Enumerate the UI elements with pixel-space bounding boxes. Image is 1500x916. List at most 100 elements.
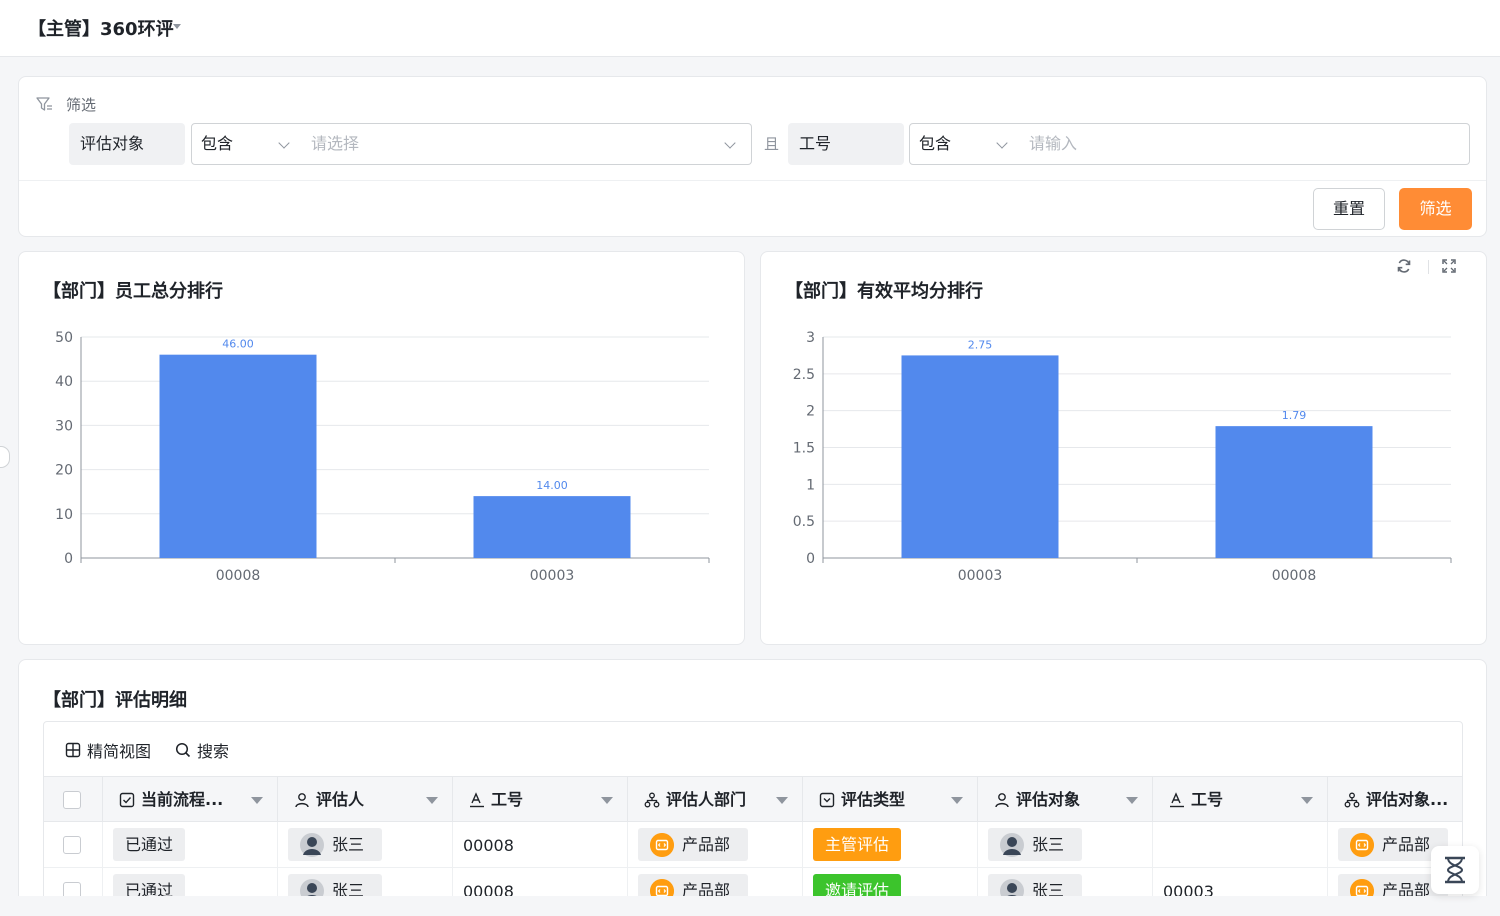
caret-down-icon[interactable] (776, 797, 788, 804)
chevron-down-icon (278, 137, 290, 149)
column-header-evaluatee[interactable]: 评估对象 (978, 777, 1153, 822)
text-field-icon (1170, 792, 1184, 808)
compact-view-label: 精简视图 (87, 742, 152, 761)
text-field-icon (470, 792, 484, 808)
column-label: 评估人 (316, 790, 365, 809)
column-label: 当前流程... (141, 790, 224, 809)
bar[interactable] (159, 354, 317, 558)
user-tag[interactable]: 张三 (288, 828, 382, 861)
filter-panel: 筛选 评估对象 包含 请选择 且 工号 包含 请输入 重置 筛选 (18, 76, 1487, 237)
column-header-evaluatee-dept[interactable]: 评估对象... (1328, 777, 1462, 822)
column-header-evaluator[interactable]: 评估人 (278, 777, 453, 822)
org-chart-icon (1344, 792, 1360, 808)
input-placeholder: 请输入 (1029, 134, 1078, 153)
filter-icon (36, 97, 52, 111)
y-tick-label: 0 (806, 551, 815, 567)
bar[interactable] (473, 496, 631, 558)
divider (1428, 260, 1429, 274)
cell-id: 00008 (463, 836, 514, 855)
person-icon (295, 793, 309, 808)
dept-name: 产品部 (682, 835, 731, 854)
column-header-evaluatee-id[interactable]: 工号 (1153, 777, 1328, 822)
filter-field-id[interactable]: 工号 (788, 123, 904, 165)
dept-tag[interactable]: 产品部 (638, 828, 748, 861)
hourglass-icon (1445, 856, 1465, 884)
caret-down-icon[interactable] (426, 797, 438, 804)
person-icon (995, 793, 1009, 808)
user-name: 张三 (1032, 835, 1065, 854)
filter-operator-2[interactable]: 包含 (909, 123, 1021, 165)
refresh-icon[interactable] (1396, 258, 1412, 274)
chart-card-average-score: 【部门】有效平均分排行 0 0.5 1 1.5 2 2.5 3 2.75 00003 1.79 00… (760, 251, 1487, 645)
filter-label: 筛选 (66, 96, 97, 114)
detail-panel: 【部门】评估明细 精简视图 搜索 当前流程... 评估人 工号 评估人部门 评估… (18, 659, 1487, 916)
y-tick-label: 2 (806, 404, 815, 420)
chevron-down-icon (996, 137, 1008, 149)
bar[interactable] (1215, 426, 1373, 558)
status-tag: 已通过 (113, 828, 186, 861)
table-toolbar: 精简视图 搜索 (44, 722, 1462, 776)
department-icon (650, 833, 674, 857)
filter-operator-1[interactable]: 包含 (191, 123, 303, 165)
bar-chart: 0 10 20 30 40 50 46.00 00008 14.00 00003 (55, 330, 710, 584)
search-button[interactable]: 搜索 (175, 738, 229, 762)
chart-toolbar (1384, 252, 1472, 282)
sidebar-toggle[interactable] (0, 446, 10, 468)
caret-down-icon[interactable] (251, 797, 263, 804)
column-label: 评估人部门 (666, 790, 747, 809)
org-chart-icon (644, 792, 660, 808)
caret-down-icon[interactable] (601, 797, 613, 804)
x-tick-label: 00003 (958, 568, 1003, 584)
avatar-icon (1000, 833, 1024, 857)
data-label: 2.75 (968, 338, 993, 351)
x-tick-label: 00003 (530, 568, 575, 584)
table-row[interactable]: 已通过 张三 00008 产品部 主管评估 张三 产品部 (44, 822, 1462, 868)
operator-label: 包含 (201, 134, 234, 153)
user-name: 张三 (332, 835, 365, 854)
table-header: 当前流程... 评估人 工号 评估人部门 评估类型 评估对象 工号 评估对象..… (44, 776, 1462, 822)
floating-action-button[interactable] (1431, 846, 1479, 894)
checkbox-field-icon (119, 792, 135, 808)
reset-button[interactable]: 重置 (1313, 188, 1385, 230)
row-checkbox[interactable] (63, 836, 81, 854)
column-label: 评估对象 (1016, 790, 1081, 809)
expand-icon[interactable] (1442, 259, 1456, 273)
column-label: 评估类型 (841, 790, 906, 809)
y-tick-label: 30 (55, 418, 73, 434)
caret-down-icon[interactable] (173, 24, 181, 29)
y-tick-label: 1 (806, 477, 815, 493)
column-header-evaluator-dept[interactable]: 评估人部门 (628, 777, 803, 822)
y-tick-label: 0.5 (793, 514, 815, 530)
caret-down-icon[interactable] (951, 797, 963, 804)
select-placeholder: 请选择 (311, 134, 360, 153)
app-title[interactable]: 【主管】360环评 (28, 15, 174, 41)
select-all-checkbox[interactable] (63, 791, 81, 809)
column-header-status[interactable]: 当前流程... (103, 777, 278, 822)
top-bar: 【主管】360环评 (0, 0, 1500, 57)
page-bottom (0, 896, 1500, 916)
caret-down-icon[interactable] (1126, 797, 1138, 804)
bar[interactable] (901, 355, 1059, 558)
chevron-down-icon (724, 137, 736, 149)
column-header-eval-type[interactable]: 评估类型 (803, 777, 978, 822)
y-tick-label: 50 (55, 330, 73, 346)
avatar-icon (300, 833, 324, 857)
apply-filter-button[interactable]: 筛选 (1399, 188, 1472, 230)
filter-value-input[interactable]: 请输入 (1020, 123, 1470, 165)
caret-down-icon[interactable] (1301, 797, 1313, 804)
search-label: 搜索 (197, 742, 230, 761)
filter-field-evaluatee[interactable]: 评估对象 (69, 123, 185, 165)
divider (19, 180, 1486, 181)
filter-value-select[interactable]: 请选择 (302, 123, 752, 165)
column-label: 工号 (1191, 790, 1224, 809)
column-label: 工号 (491, 790, 524, 809)
detail-table: 精简视图 搜索 当前流程... 评估人 工号 评估人部门 评估类型 评估对象 工… (43, 721, 1463, 916)
column-header-id[interactable]: 工号 (453, 777, 628, 822)
compact-view-button[interactable]: 精简视图 (65, 738, 151, 762)
data-label: 1.79 (1282, 409, 1307, 422)
department-icon (1350, 833, 1374, 857)
search-icon (175, 742, 191, 758)
y-tick-label: 3 (806, 330, 815, 346)
user-tag[interactable]: 张三 (988, 828, 1082, 861)
y-tick-label: 1.5 (793, 441, 815, 457)
